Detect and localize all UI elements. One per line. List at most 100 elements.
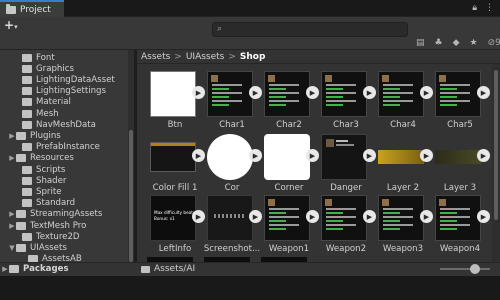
sidebar-item-label: Mesh: [36, 108, 59, 119]
sidebar-item-shader[interactable]: Shader: [0, 175, 134, 186]
hidden-packages-toggle[interactable]: ⊘9: [488, 38, 500, 48]
sidebar-item-prefabinstance[interactable]: PrefabInstance: [0, 142, 134, 153]
asset-thumbnail[interactable]: [207, 195, 253, 241]
thumbnail-size-slider[interactable]: [440, 268, 490, 270]
sidebar-item-packages[interactable]: ▶ Packages: [0, 262, 134, 276]
expand-sprites-icon[interactable]: ▶: [477, 210, 490, 223]
breadcrumb-item-assets[interactable]: Assets: [141, 52, 170, 62]
thumbnail-size-slider-handle[interactable]: [470, 264, 480, 274]
expand-arrow-icon[interactable]: ▶: [1, 265, 9, 273]
dot-row: [214, 214, 244, 218]
asset-thumbnail[interactable]: [264, 134, 310, 180]
folder-icon: [22, 165, 32, 174]
portrait-icon: [382, 75, 389, 82]
sidebar-item-lightingdataasset[interactable]: LightingDataAsset: [0, 74, 134, 85]
asset-thumbnail[interactable]: [378, 71, 424, 117]
asset-tile[interactable]: ▶ Danger: [318, 134, 376, 200]
asset-tile[interactable]: ▶ Weapon3: [375, 195, 433, 261]
sidebar-item-label: LightingSettings: [36, 86, 106, 97]
folder-icon: [22, 75, 32, 84]
sidebar-item-scripts[interactable]: Scripts: [0, 164, 134, 175]
asset-thumbnail[interactable]: [264, 71, 310, 117]
favorite-star-icon[interactable]: ★: [470, 38, 478, 48]
sidebar-item-label: Texture2D: [36, 231, 80, 242]
sidebar-item-resources[interactable]: ▶ Resources: [0, 153, 134, 164]
folder-icon: [9, 265, 19, 273]
asset-tile[interactable]: ▶ Char2: [261, 71, 319, 137]
asset-tile[interactable]: ▶ Char1: [204, 71, 262, 137]
sidebar-item-navmeshdata[interactable]: NavMeshData: [0, 119, 134, 130]
expand-arrow-icon[interactable]: ▶: [8, 222, 16, 230]
asset-grid-scrollbar-thumb[interactable]: [494, 70, 498, 220]
asset-tile[interactable]: ▶ Color Fill 1: [147, 134, 205, 200]
asset-thumbnail[interactable]: Max difficulty beaten Bonus: x1: [150, 195, 198, 241]
expand-arrow-icon[interactable]: ▶: [8, 132, 16, 140]
asset-tile[interactable]: ▶ Weapon4: [432, 195, 490, 261]
sidebar-item-mesh[interactable]: Mesh: [0, 108, 134, 119]
folder-icon: [16, 243, 26, 252]
asset-tile[interactable]: ▶ Layer 2: [375, 134, 433, 200]
asset-thumbnail[interactable]: [321, 71, 367, 117]
thumbnail-detail: [336, 140, 348, 142]
folder-icon: [22, 187, 32, 196]
sidebar-item-streamingassets[interactable]: ▶ StreamingAssets: [0, 209, 134, 220]
sidebar-item-material[interactable]: Material: [0, 97, 134, 108]
asset-tile[interactable]: ▶ Layer 3: [432, 134, 490, 200]
asset-tile[interactable]: ▶ Char3: [318, 71, 376, 137]
window-titlebar: Project 🔒︎ ⋮: [0, 0, 500, 17]
asset-tile[interactable]: ▶ Char4: [375, 71, 433, 137]
folder-icon: [22, 64, 32, 73]
asset-thumbnail[interactable]: [321, 134, 367, 180]
expand-sprites-icon[interactable]: ▶: [477, 86, 490, 99]
sidebar-scrollbar-thumb[interactable]: [129, 130, 133, 262]
asset-tile[interactable]: Max difficulty beaten Bonus: x1 ▶ LeftInfo: [147, 195, 205, 261]
asset-tile[interactable]: ▶ Cor: [204, 134, 262, 200]
asset-tile[interactable]: ▶ Screenshot...: [204, 195, 262, 261]
asset-thumbnail[interactable]: [264, 195, 310, 241]
asset-thumbnail[interactable]: [435, 71, 481, 117]
folder-icon: [22, 120, 32, 129]
sidebar-item-texture2d[interactable]: Texture2D: [0, 231, 134, 242]
asset-tile[interactable]: ▶ Char5: [432, 71, 490, 137]
stat-lines: [269, 84, 299, 108]
asset-thumbnail[interactable]: [378, 195, 424, 241]
asset-thumbnail[interactable]: [321, 195, 367, 241]
asset-thumbnail[interactable]: [150, 71, 196, 117]
expand-arrow-icon[interactable]: ▶: [8, 210, 16, 218]
expand-arrow-icon[interactable]: ▼: [8, 244, 16, 252]
breadcrumb-item-uiassets[interactable]: UIAssets: [186, 52, 225, 62]
sidebar-item-plugins[interactable]: ▶ Plugins: [0, 130, 134, 141]
sidebar-item-lightingsettings[interactable]: LightingSettings: [0, 86, 134, 97]
lock-icon[interactable]: 🔒︎: [472, 3, 477, 13]
kebab-menu-icon[interactable]: ⋮: [485, 3, 494, 13]
sidebar-item-textmesh-pro[interactable]: ▶ TextMesh Pro: [0, 220, 134, 231]
folder-icon: [22, 109, 32, 118]
breadcrumb-item-current[interactable]: Shop: [240, 52, 266, 62]
asset-thumbnail[interactable]: [207, 134, 253, 180]
asset-tile[interactable]: ▶ Weapon1: [261, 195, 319, 261]
sidebar-item-standard[interactable]: Standard: [0, 198, 134, 209]
sidebar-item-font[interactable]: Font: [0, 52, 134, 63]
asset-thumbnail[interactable]: [378, 150, 424, 164]
sidebar-item-uiassets[interactable]: ▼ UIAssets: [0, 242, 134, 253]
editor-background: [0, 276, 500, 300]
tag-icon[interactable]: ◆: [453, 38, 460, 48]
sidebar-item-label: LightingDataAsset: [36, 74, 115, 85]
expand-sprites-icon[interactable]: ▶: [477, 149, 490, 162]
sidebar-item-assetsab[interactable]: AssetsAB: [0, 254, 134, 262]
asset-thumbnail[interactable]: [207, 71, 253, 117]
add-asset-button[interactable]: +▾: [4, 19, 18, 32]
asset-thumbnail[interactable]: [150, 142, 196, 172]
asset-tile[interactable]: ▶ Corner: [261, 134, 319, 200]
asset-thumbnail[interactable]: [435, 150, 481, 164]
asset-tile[interactable]: ▶ Weapon2: [318, 195, 376, 261]
search-by-type-icon[interactable]: ▤: [416, 38, 425, 48]
search-by-label-icon[interactable]: ♣: [435, 38, 443, 48]
tab-project[interactable]: Project: [0, 0, 64, 17]
search-input[interactable]: ⌕: [212, 22, 408, 37]
asset-thumbnail[interactable]: [435, 195, 481, 241]
sidebar-item-sprite[interactable]: Sprite: [0, 186, 134, 197]
sidebar-item-graphics[interactable]: Graphics: [0, 63, 134, 74]
expand-arrow-icon[interactable]: ▶: [8, 154, 16, 162]
asset-tile[interactable]: ▶ Btn: [147, 71, 205, 137]
